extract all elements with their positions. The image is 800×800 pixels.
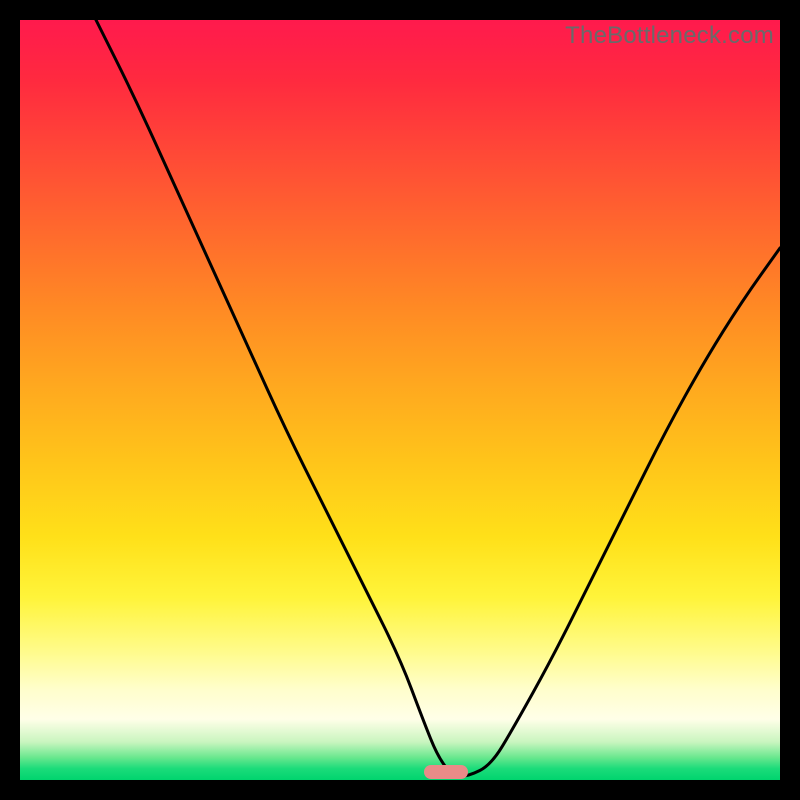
plot-background-gradient [20,20,780,780]
optimum-marker [424,765,468,779]
plot-frame: TheBottleneck.com [20,20,780,780]
watermark-text: TheBottleneck.com [565,22,774,50]
